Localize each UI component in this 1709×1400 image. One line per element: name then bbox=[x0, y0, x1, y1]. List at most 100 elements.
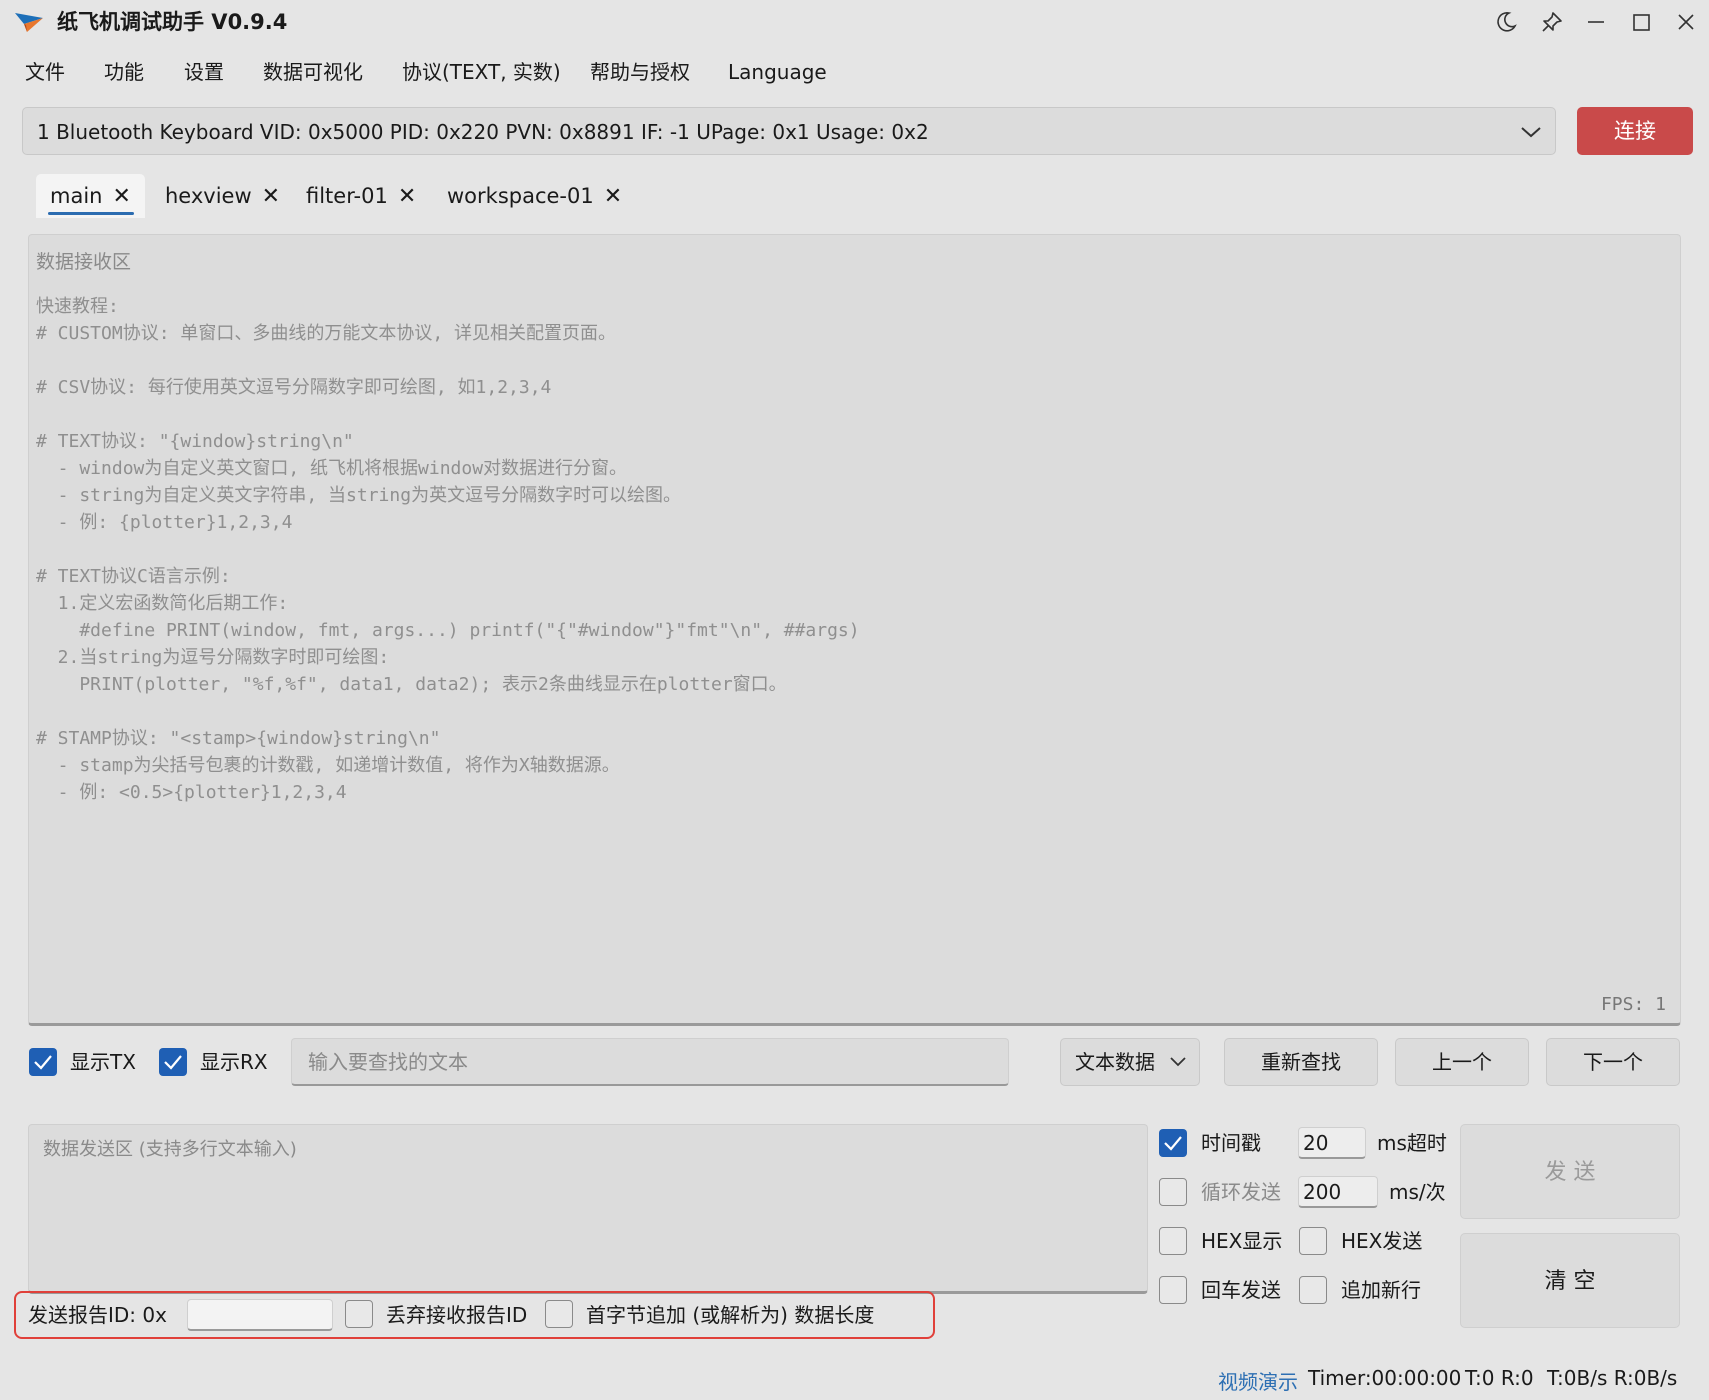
append-newline-label: 追加新行 bbox=[1341, 1278, 1421, 1302]
send-placeholder: 数据发送区 (支持多行文本输入) bbox=[43, 1139, 297, 1160]
receive-line: # STAMP协议: "<stamp>{window}string\n" bbox=[36, 728, 441, 749]
video-demo-link[interactable]: 视频演示 bbox=[1218, 1366, 1298, 1395]
enter-send-checkbox[interactable] bbox=[1159, 1276, 1187, 1304]
timestamp-checkbox[interactable] bbox=[1159, 1129, 1187, 1157]
receive-line: 2.当string为逗号分隔数字时即可绘图: bbox=[36, 647, 390, 668]
tab-label: filter-01 bbox=[306, 184, 388, 208]
receive-line: 快速教程: bbox=[36, 296, 119, 317]
interval-input[interactable]: 200 bbox=[1298, 1176, 1378, 1208]
next-button[interactable]: 下一个 bbox=[1546, 1038, 1680, 1086]
paper-plane-logo-icon bbox=[15, 13, 43, 32]
tab-label: main bbox=[50, 184, 103, 208]
drop-report-id-checkbox[interactable] bbox=[345, 1300, 373, 1328]
receive-line: 1.定义宏函数简化后期工作: bbox=[36, 593, 289, 614]
maximize-icon[interactable] bbox=[1621, 6, 1661, 38]
transfer-rate: T:0B/s R:0B/s bbox=[1547, 1366, 1678, 1390]
chevron-down-icon bbox=[1170, 1057, 1186, 1067]
receive-line bbox=[36, 536, 860, 563]
loop-send-label: 循环发送 bbox=[1201, 1180, 1281, 1204]
show-rx-label: 显示RX bbox=[200, 1050, 268, 1074]
receive-line: # CUSTOM协议: 单窗口、多曲线的万能文本协议, 详见相关配置页面。 bbox=[36, 323, 617, 344]
receive-line bbox=[36, 347, 860, 374]
loop-send-checkbox[interactable] bbox=[1159, 1178, 1187, 1206]
receive-line bbox=[36, 698, 860, 725]
data-mode-select[interactable]: 文本数据 bbox=[1060, 1038, 1200, 1086]
menu-visualization[interactable]: 数据可视化 bbox=[263, 52, 363, 92]
length-prefix-checkbox[interactable] bbox=[545, 1300, 573, 1328]
app-window: 纸飞机调试助手 V0.9.4 文件 功能 设置 数据可视化 协议(TEXT, 实… bbox=[0, 0, 1709, 1400]
menu-language[interactable]: Language bbox=[728, 52, 827, 92]
minimize-icon[interactable] bbox=[1576, 6, 1616, 38]
tx-rx-count: T:0 R:0 bbox=[1465, 1366, 1534, 1390]
receive-line: - stamp为尖括号包裹的计数戳, 如递增计数值, 将作为X轴数据源。 bbox=[36, 755, 620, 776]
tab-workspace-01[interactable]: workspace-01 ✕ bbox=[447, 174, 622, 218]
hex-send-checkbox[interactable] bbox=[1299, 1227, 1327, 1255]
send-report-id-input[interactable] bbox=[187, 1299, 333, 1331]
tab-close-icon[interactable]: ✕ bbox=[604, 175, 622, 219]
receive-line: - 例: {plotter}1,2,3,4 bbox=[36, 512, 293, 533]
tab-close-icon[interactable]: ✕ bbox=[262, 175, 280, 219]
device-selected-value: 1 Bluetooth Keyboard VID: 0x5000 PID: 0x… bbox=[37, 120, 929, 144]
research-button[interactable]: 重新查找 bbox=[1224, 1038, 1378, 1086]
append-newline-checkbox[interactable] bbox=[1299, 1276, 1327, 1304]
prev-button[interactable]: 上一个 bbox=[1395, 1038, 1529, 1086]
receive-line: # TEXT协议C语言示例: bbox=[36, 566, 231, 587]
tab-close-icon[interactable]: ✕ bbox=[398, 175, 416, 219]
menu-file[interactable]: 文件 bbox=[25, 52, 65, 92]
chevron-down-icon bbox=[1521, 127, 1541, 138]
device-select[interactable]: 1 Bluetooth Keyboard VID: 0x5000 PID: 0x… bbox=[22, 107, 1556, 155]
timeout-unit: ms超时 bbox=[1377, 1131, 1447, 1155]
checkmark-icon bbox=[34, 1055, 52, 1070]
receive-line bbox=[36, 401, 860, 428]
close-icon[interactable] bbox=[1666, 6, 1706, 38]
dark-mode-moon-icon[interactable] bbox=[1486, 6, 1526, 38]
timestamp-label: 时间戳 bbox=[1201, 1131, 1261, 1155]
show-tx-label: 显示TX bbox=[70, 1050, 136, 1074]
menu-settings[interactable]: 设置 bbox=[184, 52, 224, 92]
receive-line: - window为自定义英文窗口, 纸飞机将根据window对数据进行分窗。 bbox=[36, 458, 628, 479]
enter-send-label: 回车发送 bbox=[1201, 1278, 1281, 1302]
interval-unit: ms/次 bbox=[1389, 1180, 1446, 1204]
checkmark-icon bbox=[1164, 1136, 1182, 1151]
receive-area[interactable]: 数据接收区 快速教程: # CUSTOM协议: 单窗口、多曲线的万能文本协议, … bbox=[28, 234, 1681, 1026]
checkmark-icon bbox=[164, 1055, 182, 1070]
receive-line: - 例: <0.5>{plotter}1,2,3,4 bbox=[36, 782, 347, 803]
drop-report-id-label: 丢弃接收报告ID bbox=[386, 1303, 528, 1327]
send-button[interactable]: 发 送 bbox=[1460, 1124, 1680, 1219]
receive-line: PRINT(plotter, "%f,%f", data1, data2); 表… bbox=[36, 674, 787, 695]
data-mode-value: 文本数据 bbox=[1075, 1050, 1155, 1074]
menu-help[interactable]: 帮助与授权 bbox=[590, 52, 690, 92]
receive-line: #define PRINT(window, fmt, args...) prin… bbox=[36, 620, 860, 641]
timeout-input[interactable]: 20 bbox=[1298, 1127, 1366, 1159]
receive-line: # TEXT协议: "{window}string\n" bbox=[36, 431, 354, 452]
connect-button[interactable]: 连接 bbox=[1577, 107, 1693, 155]
pin-icon[interactable] bbox=[1532, 6, 1572, 38]
report-id-bar: 发送报告ID: 0x 丢弃接收报告ID 首字节追加 (或解析为) 数据长度 bbox=[14, 1291, 935, 1339]
fps-counter: FPS: 1 bbox=[1600, 994, 1666, 1015]
tab-label: workspace-01 bbox=[447, 184, 594, 208]
tab-filter-01[interactable]: filter-01 ✕ bbox=[306, 174, 416, 218]
show-rx-checkbox[interactable] bbox=[159, 1048, 187, 1076]
tab-label: hexview bbox=[165, 184, 252, 208]
menu-function[interactable]: 功能 bbox=[104, 52, 144, 92]
search-box bbox=[291, 1038, 1009, 1086]
timer-status: Timer:00:00:00 bbox=[1308, 1366, 1462, 1390]
app-title: 纸飞机调试助手 V0.9.4 bbox=[57, 10, 288, 34]
search-input[interactable] bbox=[292, 1039, 991, 1085]
hex-show-checkbox[interactable] bbox=[1159, 1227, 1187, 1255]
length-prefix-label: 首字节追加 (或解析为) 数据长度 bbox=[586, 1303, 875, 1327]
send-area[interactable]: 数据发送区 (支持多行文本输入) bbox=[28, 1124, 1148, 1294]
receive-text: 快速教程: # CUSTOM协议: 单窗口、多曲线的万能文本协议, 详见相关配置… bbox=[36, 293, 860, 806]
send-report-id-label: 发送报告ID: 0x bbox=[28, 1303, 167, 1327]
clear-button[interactable]: 清 空 bbox=[1460, 1233, 1680, 1328]
active-tab-indicator bbox=[48, 212, 134, 215]
menu-protocol[interactable]: 协议(TEXT, 实数) bbox=[402, 52, 561, 92]
show-tx-checkbox[interactable] bbox=[29, 1048, 57, 1076]
hex-send-label: HEX发送 bbox=[1341, 1229, 1423, 1253]
receive-area-title: 数据接收区 bbox=[36, 251, 132, 273]
tab-hexview[interactable]: hexview ✕ bbox=[165, 174, 280, 218]
receive-line: # CSV协议: 每行使用英文逗号分隔数字即可绘图, 如1,2,3,4 bbox=[36, 377, 552, 398]
hex-show-label: HEX显示 bbox=[1201, 1229, 1283, 1253]
receive-line: - string为自定义英文字符串, 当string为英文逗号分隔数字时可以绘图… bbox=[36, 485, 682, 506]
title-bar: 纸飞机调试助手 V0.9.4 bbox=[0, 0, 1709, 44]
